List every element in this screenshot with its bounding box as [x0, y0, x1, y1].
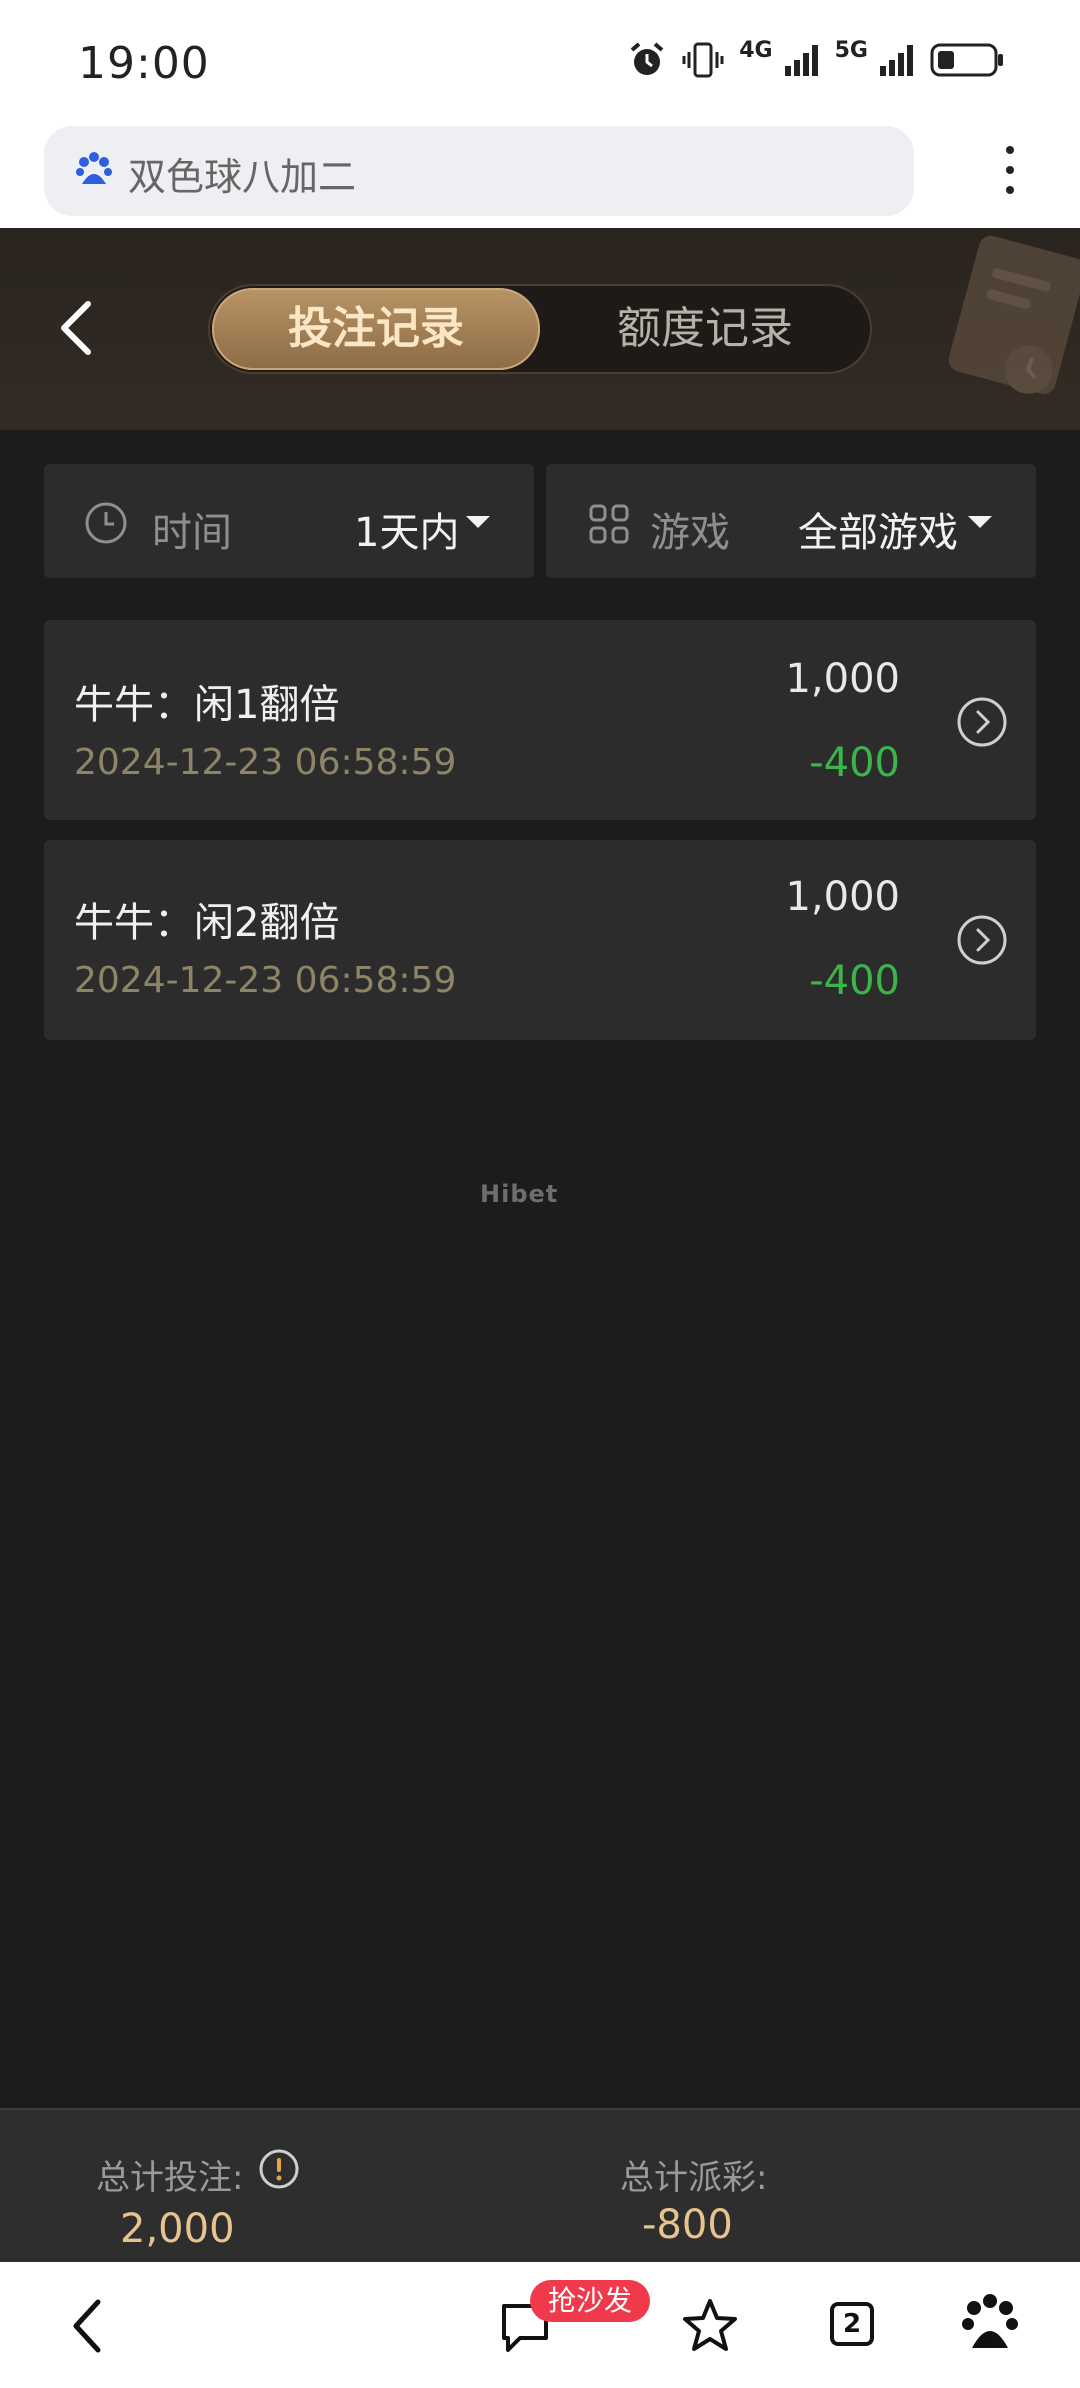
tabs-count-button[interactable]: 2	[830, 2302, 874, 2346]
network-4g-label: 4G	[739, 38, 773, 63]
back-arrow-icon[interactable]	[52, 298, 102, 358]
time-filter-value[interactable]: 1天内	[354, 500, 459, 558]
star-favorite-icon[interactable]	[680, 2296, 740, 2356]
alarm-icon	[630, 42, 664, 75]
total-payout-label: 总计派彩:	[620, 2158, 768, 2198]
comment-badge[interactable]: 抢沙发	[530, 2280, 651, 2322]
record-title: 牛牛：闲2翻倍	[74, 900, 340, 946]
total-bet-value: 2,000	[120, 2206, 235, 2252]
document-decor-icon	[948, 235, 1080, 395]
total-payout-value: -800	[642, 2202, 733, 2248]
game-filter-label: 游戏	[650, 510, 730, 556]
total-bet-label: 总计投注:	[96, 2158, 244, 2198]
baidu-paw-icon[interactable]	[960, 2292, 1020, 2354]
record-date: 2024-12-23 06:58:59	[74, 960, 457, 1001]
record-date: 2024-12-23 06:58:59	[74, 742, 457, 783]
chevron-right-circle-icon[interactable]	[956, 696, 1008, 748]
record-title: 牛牛：闲1翻倍	[74, 682, 340, 728]
signal-5g-icon	[880, 45, 913, 76]
record-payout: -400	[809, 958, 900, 1004]
status-time: 19:00	[78, 38, 210, 89]
signal-4g-icon	[784, 45, 818, 76]
record-bet-amount: 1,000	[785, 656, 900, 702]
watermark-logo: Hibet	[480, 1180, 559, 1208]
grid-icon	[589, 504, 629, 544]
nav-back-icon[interactable]	[66, 2294, 110, 2358]
record-bet-amount: 1,000	[785, 874, 900, 920]
time-dropdown-icon[interactable]	[466, 516, 490, 528]
vibrate-icon	[682, 42, 724, 78]
clock-icon	[85, 502, 127, 544]
status-icons: 4G 5G	[627, 40, 1006, 80]
info-alert-icon[interactable]	[258, 2148, 300, 2190]
network-5g-label: 5G	[834, 38, 868, 63]
more-menu-icon[interactable]	[996, 146, 1024, 202]
game-dropdown-icon[interactable]	[968, 516, 992, 528]
baidu-paw-icon	[76, 152, 112, 184]
time-filter-label: 时间	[152, 510, 232, 556]
record-payout: -400	[809, 740, 900, 786]
tab-credit-records[interactable]: 额度记录	[540, 288, 870, 370]
address-text[interactable]: 双色球八加二	[128, 146, 356, 201]
battery-icon	[930, 43, 1003, 77]
game-filter-value[interactable]: 全部游戏	[798, 500, 958, 558]
chevron-right-circle-icon[interactable]	[956, 914, 1008, 966]
tab-bet-records[interactable]: 投注记录	[212, 288, 540, 370]
